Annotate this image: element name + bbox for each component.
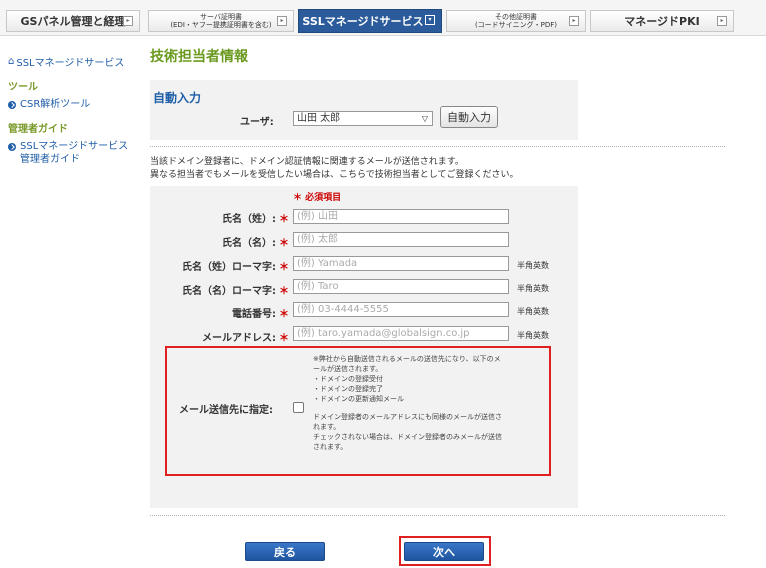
auto-input-panel: 自動入力 ユーザ: 山田 太郎 ▽ 自動入力 xyxy=(150,80,578,140)
back-button[interactable]: 戻る xyxy=(245,542,325,561)
tab-other-certificate[interactable]: その他証明書 (コードサイニング・PDF) ▸ xyxy=(446,10,586,32)
note-line: ・ドメインの更新通知メール xyxy=(313,395,404,403)
field-label: 電話番号: ＊ xyxy=(150,305,289,320)
note-line: ・ドメインの登録完了 xyxy=(313,385,383,393)
divider xyxy=(150,146,725,147)
note-line: されます。 xyxy=(313,443,348,451)
last-name-romaji-field[interactable] xyxy=(293,256,509,271)
sidebar-item-label: CSR解析ツール xyxy=(20,99,91,110)
required-mark: ＊ xyxy=(279,309,289,320)
tab-menu-icon[interactable]: ▸ xyxy=(277,16,287,26)
mail-recipient-checkbox[interactable] xyxy=(293,402,304,413)
sidebar: ⌂ SSLマネージドサービス ツール CSR解析ツール 管理者ガイド SSLマネ… xyxy=(8,54,136,175)
arrow-bullet-icon xyxy=(8,101,16,109)
field-label: 氏名（姓）: ＊ xyxy=(150,210,289,225)
intro-line: 異なる担当者でもメールを受信したい場合は、こちらで技術担当者としてご登録ください… xyxy=(150,170,519,180)
tab-managed-pki[interactable]: マネージドPKI ▸ xyxy=(590,10,734,32)
required-mark: ＊ xyxy=(279,333,289,344)
auto-input-heading: 自動入力 xyxy=(153,91,202,105)
top-tab-bar: GSパネル管理と経理 ▸ サーバ証明書 (EDI・ヤフー提携証明書を含む) ▸ … xyxy=(0,0,766,36)
intro-text: 当該ドメイン登録者に、ドメイン認証情報に関連するメールが送信されます。 異なる担… xyxy=(150,156,518,182)
required-mark: ＊ xyxy=(279,262,289,273)
sidebar-item-label: SSLマネージドサービス 管理者ガイド xyxy=(20,141,129,165)
field-label-text: 氏名（名）ローマ字: xyxy=(182,286,276,297)
field-label-text: 氏名（名）: xyxy=(222,238,276,249)
note-line: チェックされない場合は、ドメイン登録者のみメールが送信 xyxy=(313,433,502,441)
sidebar-home-link[interactable]: ⌂ SSLマネージドサービス xyxy=(8,54,136,69)
field-hint: 半角英数 xyxy=(517,307,549,316)
mail-recipient-label: メール送信先に指定: xyxy=(179,405,273,416)
tab-label: サーバ証明書 (EDI・ヤフー提携証明書を含む) xyxy=(170,13,272,29)
note-line: ールが送信されます。 xyxy=(313,365,383,373)
user-select-value: 山田 太郎 xyxy=(297,113,341,124)
field-label: 氏名（名）ローマ字: ＊ xyxy=(150,282,289,297)
field-hint: 半角英数 xyxy=(517,261,549,270)
sidebar-admin-heading: 管理者ガイド xyxy=(8,124,68,135)
tab-menu-icon[interactable]: ▸ xyxy=(717,16,727,26)
tab-label: SSLマネージドサービス xyxy=(302,15,424,28)
sidebar-item-admin-guide[interactable]: SSLマネージドサービス 管理者ガイド xyxy=(8,140,136,166)
field-label-text: 電話番号: xyxy=(232,309,276,320)
field-label-text: 氏名（姓）: xyxy=(222,214,276,225)
next-button[interactable]: 次へ xyxy=(404,542,484,561)
auto-input-button[interactable]: 自動入力 xyxy=(440,106,498,128)
field-label: 氏名（姓）ローマ字: ＊ xyxy=(150,258,289,273)
field-label: 氏名（名）: ＊ xyxy=(150,234,289,249)
tab-menu-icon[interactable]: ▸ xyxy=(123,16,133,26)
page-title: 技術担当者情報 xyxy=(150,49,248,65)
last-name-field[interactable] xyxy=(293,209,509,224)
field-label-text: 氏名（姓）ローマ字: xyxy=(182,262,276,273)
arrow-bullet-icon xyxy=(8,143,16,151)
field-hint: 半角英数 xyxy=(517,284,549,293)
intro-line: 当該ドメイン登録者に、ドメイン認証情報に関連するメールが送信されます。 xyxy=(150,157,464,167)
sidebar-home-label: SSLマネージドサービス xyxy=(16,58,125,69)
mail-recipient-notes: ※弊社から自動送信されるメールの送信先になり、以下のメ ールが送信されます。 ・… xyxy=(313,354,543,452)
required-mark: ＊ xyxy=(279,238,289,249)
user-label: ユーザ: xyxy=(240,117,274,128)
mail-recipient-section: メール送信先に指定: ※弊社から自動送信されるメールの送信先になり、以下のメ ー… xyxy=(165,346,551,476)
tab-label: その他証明書 (コードサイニング・PDF) xyxy=(474,13,558,29)
required-mark: ＊ xyxy=(279,214,289,225)
tab-label: マネージドPKI xyxy=(624,15,700,28)
field-label-text: メールアドレス: xyxy=(202,333,276,344)
tab-menu-icon[interactable]: ▸ xyxy=(569,16,579,26)
tab-menu-icon[interactable]: ▾ xyxy=(425,15,435,25)
user-select[interactable]: 山田 太郎 ▽ xyxy=(293,111,433,126)
tab-server-certificate[interactable]: サーバ証明書 (EDI・ヤフー提携証明書を含む) ▸ xyxy=(148,10,294,32)
chevron-down-icon: ▽ xyxy=(421,114,428,123)
note-line: ※弊社から自動送信されるメールの送信先になり、以下のメ xyxy=(313,355,501,363)
field-label: メールアドレス: ＊ xyxy=(150,329,289,344)
required-mark: ＊ xyxy=(279,286,289,297)
home-icon: ⌂ xyxy=(8,56,15,67)
first-name-field[interactable] xyxy=(293,232,509,247)
first-name-romaji-field[interactable] xyxy=(293,279,509,294)
divider xyxy=(150,515,725,516)
field-hint: 半角英数 xyxy=(517,331,549,340)
note-line: れます。 xyxy=(313,423,341,431)
sidebar-tools-heading: ツール xyxy=(8,82,38,93)
note-line: ・ドメインの登録受付 xyxy=(313,375,383,383)
required-note: ＊ 必須項目 xyxy=(293,193,342,203)
note-gap xyxy=(313,404,543,412)
phone-field[interactable] xyxy=(293,302,509,317)
note-line: ドメイン登録者のメールアドレスにも同様のメールが送信さ xyxy=(313,413,502,421)
sidebar-item-csr-tool[interactable]: CSR解析ツール xyxy=(8,98,136,111)
email-field[interactable] xyxy=(293,326,509,341)
tab-gs-panel[interactable]: GSパネル管理と経理 ▸ xyxy=(6,10,140,32)
tab-ssl-managed-service[interactable]: SSLマネージドサービス ▾ xyxy=(298,9,442,33)
tab-label: GSパネル管理と経理 xyxy=(20,15,126,28)
